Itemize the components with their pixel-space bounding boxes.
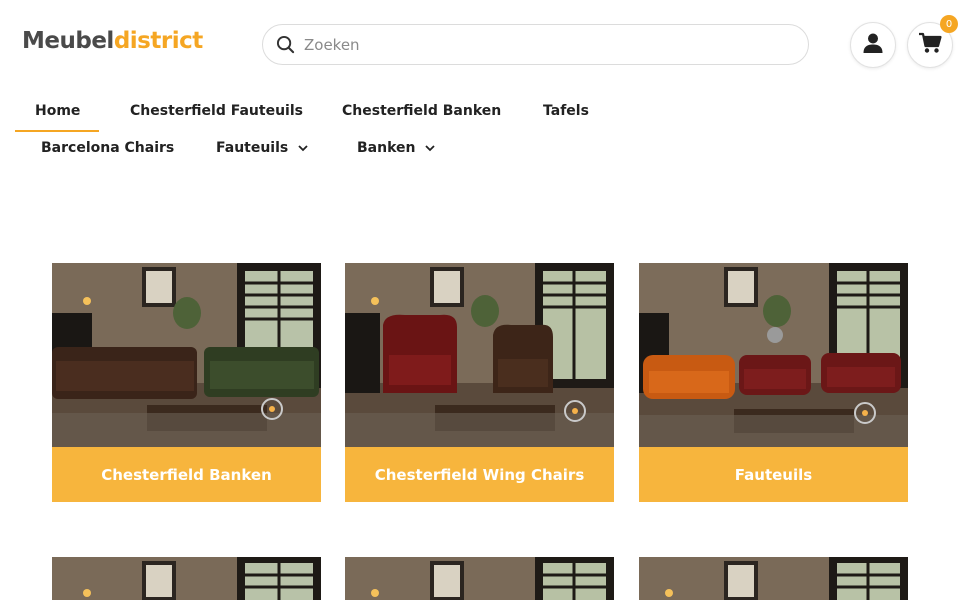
nav-active-indicator	[15, 130, 99, 132]
category-card[interactable]	[52, 557, 321, 600]
nav-item-tafels[interactable]: Tafels	[543, 103, 589, 119]
category-card-fauteuils[interactable]: Fauteuils	[639, 263, 908, 502]
category-label[interactable]: Chesterfield Banken	[52, 447, 321, 502]
chevron-down-icon	[425, 144, 436, 152]
category-image[interactable]	[639, 263, 908, 447]
category-card[interactable]	[345, 557, 614, 600]
logo-text-meubel: Meubel	[22, 28, 114, 54]
category-card[interactable]	[639, 557, 908, 600]
logo-text-district: district	[113, 28, 203, 54]
account-button[interactable]	[850, 22, 896, 68]
nav-item-label: Banken	[357, 140, 416, 156]
category-image[interactable]	[345, 263, 614, 447]
nav-item-home[interactable]: Home	[35, 103, 80, 119]
user-icon	[862, 32, 884, 58]
nav-item-barcelona-chairs[interactable]: Barcelona Chairs	[41, 140, 174, 156]
category-image[interactable]	[345, 557, 614, 600]
cart-count-badge: 0	[940, 15, 958, 33]
category-label[interactable]: Fauteuils	[639, 447, 908, 502]
nav-item-label: Fauteuils	[216, 140, 289, 156]
search-icon[interactable]	[275, 35, 295, 55]
search-input[interactable]	[304, 35, 764, 54]
chevron-down-icon	[298, 144, 308, 152]
category-card-chesterfield-wing-chairs[interactable]: Chesterfield Wing Chairs	[345, 263, 614, 502]
category-label[interactable]: Chesterfield Wing Chairs	[345, 447, 614, 502]
search-bar[interactable]	[262, 24, 809, 65]
shopping-cart-icon	[918, 32, 942, 58]
nav-item-fauteuils[interactable]: Fauteuils	[216, 140, 308, 156]
category-image[interactable]	[52, 263, 321, 447]
nav-item-banken[interactable]: Banken	[357, 140, 436, 156]
logo[interactable]: Meubeldistrict	[22, 28, 203, 54]
category-image[interactable]	[639, 557, 908, 600]
category-image[interactable]	[52, 557, 321, 600]
nav-item-chesterfield-fauteuils[interactable]: Chesterfield Fauteuils	[130, 103, 303, 119]
category-card-chesterfield-banken[interactable]: Chesterfield Banken	[52, 263, 321, 502]
nav-item-chesterfield-banken[interactable]: Chesterfield Banken	[342, 103, 501, 119]
